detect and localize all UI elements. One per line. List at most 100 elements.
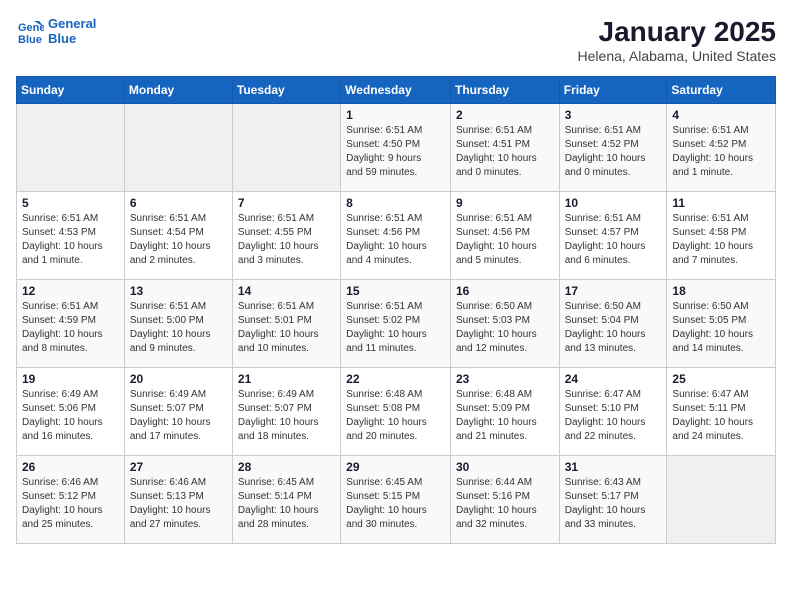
calendar-week-row: 26 Sunrise: 6:46 AM Sunset: 5:12 PM Dayli… (17, 456, 776, 544)
calendar-day-cell: 2 Sunrise: 6:51 AM Sunset: 4:51 PM Daylig… (450, 104, 559, 192)
calendar-day-cell: 8 Sunrise: 6:51 AM Sunset: 4:56 PM Daylig… (341, 192, 451, 280)
weekday-header: Saturday (667, 77, 776, 104)
calendar-day-cell (17, 104, 125, 192)
day-number: 10 (565, 196, 662, 210)
calendar-day-cell: 7 Sunrise: 6:51 AM Sunset: 4:55 PM Daylig… (232, 192, 340, 280)
day-number: 15 (346, 284, 445, 298)
calendar-day-cell: 28Sunrise: 6:45 AM Sunset: 5:14 PM Dayli… (232, 456, 340, 544)
day-info: Sunrise: 6:48 AM Sunset: 5:08 PM Dayligh… (346, 388, 445, 444)
page-header: General Blue General Blue January 2025 H… (16, 16, 776, 64)
calendar-day-cell: 13 Sunrise: 6:51 AM Sunset: 5:00 PM Dayli… (124, 280, 232, 368)
calendar-day-cell: 14 Sunrise: 6:51 AM Sunset: 5:01 PM Dayli… (232, 280, 340, 368)
day-info: Sunrise: 6:51 AM Sunset: 4:54 PM Dayligh… (130, 212, 227, 268)
day-number: 17 (565, 284, 662, 298)
day-number: 24 (565, 372, 662, 386)
day-number: 20 (130, 372, 227, 386)
day-info: Sunrise: 6:50 AM Sunset: 5:03 PM Dayligh… (456, 300, 554, 356)
calendar-week-row: 19Sunrise: 6:49 AM Sunset: 5:06 PM Dayli… (17, 368, 776, 456)
day-number: 8 (346, 196, 445, 210)
calendar-day-cell: 6 Sunrise: 6:51 AM Sunset: 4:54 PM Daylig… (124, 192, 232, 280)
calendar-day-cell: 9Sunrise: 6:51 AM Sunset: 4:56 PM Daylig… (450, 192, 559, 280)
weekday-header: Sunday (17, 77, 125, 104)
day-info: Sunrise: 6:46 AM Sunset: 5:13 PM Dayligh… (130, 476, 227, 532)
day-number: 2 (456, 108, 554, 122)
location-subtitle: Helena, Alabama, United States (578, 48, 776, 64)
day-info: Sunrise: 6:51 AM Sunset: 4:56 PM Dayligh… (456, 212, 554, 268)
day-info: Sunrise: 6:51 AM Sunset: 4:58 PM Dayligh… (672, 212, 770, 268)
day-number: 26 (22, 460, 119, 474)
calendar-day-cell: 4Sunrise: 6:51 AM Sunset: 4:52 PM Daylig… (667, 104, 776, 192)
calendar-day-cell: 23Sunrise: 6:48 AM Sunset: 5:09 PM Dayli… (450, 368, 559, 456)
day-info: Sunrise: 6:51 AM Sunset: 5:01 PM Dayligh… (238, 300, 335, 356)
day-info: Sunrise: 6:51 AM Sunset: 4:55 PM Dayligh… (238, 212, 335, 268)
day-number: 14 (238, 284, 335, 298)
day-number: 1 (346, 108, 445, 122)
weekday-header: Friday (559, 77, 667, 104)
calendar-day-cell: 12 Sunrise: 6:51 AM Sunset: 4:59 PM Dayli… (17, 280, 125, 368)
day-number: 4 (672, 108, 770, 122)
day-number: 12 (22, 284, 119, 298)
calendar-day-cell (232, 104, 340, 192)
svg-text:Blue: Blue (18, 34, 42, 45)
logo-icon: General Blue (16, 17, 44, 45)
calendar-day-cell: 5Sunrise: 6:51 AM Sunset: 4:53 PM Daylig… (17, 192, 125, 280)
calendar-day-cell: 25Sunrise: 6:47 AM Sunset: 5:11 PM Dayli… (667, 368, 776, 456)
calendar-week-row: 12 Sunrise: 6:51 AM Sunset: 4:59 PM Dayli… (17, 280, 776, 368)
calendar-day-cell: 21 Sunrise: 6:49 AM Sunset: 5:07 PM Dayli… (232, 368, 340, 456)
calendar-day-cell: 27Sunrise: 6:46 AM Sunset: 5:13 PM Dayli… (124, 456, 232, 544)
day-info: Sunrise: 6:50 AM Sunset: 5:04 PM Dayligh… (565, 300, 662, 356)
day-number: 29 (346, 460, 445, 474)
calendar-week-row: 5Sunrise: 6:51 AM Sunset: 4:53 PM Daylig… (17, 192, 776, 280)
calendar-day-cell (667, 456, 776, 544)
calendar-day-cell: 17 Sunrise: 6:50 AM Sunset: 5:04 PM Dayli… (559, 280, 667, 368)
day-info: Sunrise: 6:51 AM Sunset: 4:51 PM Dayligh… (456, 124, 554, 180)
calendar-day-cell: 3 Sunrise: 6:51 AM Sunset: 4:52 PM Daylig… (559, 104, 667, 192)
day-number: 6 (130, 196, 227, 210)
day-number: 30 (456, 460, 554, 474)
day-info: Sunrise: 6:51 AM Sunset: 4:57 PM Dayligh… (565, 212, 662, 268)
calendar-day-cell: 20 Sunrise: 6:49 AM Sunset: 5:07 PM Dayli… (124, 368, 232, 456)
weekday-header-row: SundayMondayTuesdayWednesdayThursdayFrid… (17, 77, 776, 104)
calendar-day-cell: 22 Sunrise: 6:48 AM Sunset: 5:08 PM Dayli… (341, 368, 451, 456)
day-number: 11 (672, 196, 770, 210)
day-info: Sunrise: 6:51 AM Sunset: 4:59 PM Dayligh… (22, 300, 119, 356)
day-number: 31 (565, 460, 662, 474)
day-info: Sunrise: 6:51 AM Sunset: 5:00 PM Dayligh… (130, 300, 227, 356)
day-info: Sunrise: 6:49 AM Sunset: 5:07 PM Dayligh… (238, 388, 335, 444)
calendar-day-cell: 26 Sunrise: 6:46 AM Sunset: 5:12 PM Dayli… (17, 456, 125, 544)
day-number: 13 (130, 284, 227, 298)
day-info: Sunrise: 6:49 AM Sunset: 5:07 PM Dayligh… (130, 388, 227, 444)
day-info: Sunrise: 6:48 AM Sunset: 5:09 PM Dayligh… (456, 388, 554, 444)
calendar-day-cell (124, 104, 232, 192)
weekday-header: Tuesday (232, 77, 340, 104)
calendar-day-cell: 19Sunrise: 6:49 AM Sunset: 5:06 PM Dayli… (17, 368, 125, 456)
day-info: Sunrise: 6:44 AM Sunset: 5:16 PM Dayligh… (456, 476, 554, 532)
calendar-day-cell: 29 Sunrise: 6:45 AM Sunset: 5:15 PM Dayli… (341, 456, 451, 544)
logo: General Blue General Blue (16, 16, 96, 46)
day-number: 19 (22, 372, 119, 386)
day-info: Sunrise: 6:45 AM Sunset: 5:15 PM Dayligh… (346, 476, 445, 532)
day-info: Sunrise: 6:50 AM Sunset: 5:05 PM Dayligh… (672, 300, 770, 356)
day-info: Sunrise: 6:51 AM Sunset: 4:56 PM Dayligh… (346, 212, 445, 268)
weekday-header: Monday (124, 77, 232, 104)
day-info: Sunrise: 6:46 AM Sunset: 5:12 PM Dayligh… (22, 476, 119, 532)
calendar-title: January 2025 (578, 16, 776, 48)
day-number: 22 (346, 372, 445, 386)
calendar-table: SundayMondayTuesdayWednesdayThursdayFrid… (16, 76, 776, 544)
day-info: Sunrise: 6:43 AM Sunset: 5:17 PM Dayligh… (565, 476, 662, 532)
calendar-day-cell: 15 Sunrise: 6:51 AM Sunset: 5:02 PM Dayli… (341, 280, 451, 368)
day-info: Sunrise: 6:51 AM Sunset: 4:53 PM Dayligh… (22, 212, 119, 268)
calendar-day-cell: 10 Sunrise: 6:51 AM Sunset: 4:57 PM Dayli… (559, 192, 667, 280)
day-info: Sunrise: 6:51 AM Sunset: 5:02 PM Dayligh… (346, 300, 445, 356)
weekday-header: Thursday (450, 77, 559, 104)
calendar-day-cell: 16Sunrise: 6:50 AM Sunset: 5:03 PM Dayli… (450, 280, 559, 368)
calendar-week-row: 1Sunrise: 6:51 AM Sunset: 4:50 PM Daylig… (17, 104, 776, 192)
day-info: Sunrise: 6:47 AM Sunset: 5:10 PM Dayligh… (565, 388, 662, 444)
day-number: 7 (238, 196, 335, 210)
day-info: Sunrise: 6:51 AM Sunset: 4:52 PM Dayligh… (565, 124, 662, 180)
day-number: 3 (565, 108, 662, 122)
day-number: 18 (672, 284, 770, 298)
calendar-day-cell: 1Sunrise: 6:51 AM Sunset: 4:50 PM Daylig… (341, 104, 451, 192)
day-number: 21 (238, 372, 335, 386)
calendar-day-cell: 31 Sunrise: 6:43 AM Sunset: 5:17 PM Dayli… (559, 456, 667, 544)
